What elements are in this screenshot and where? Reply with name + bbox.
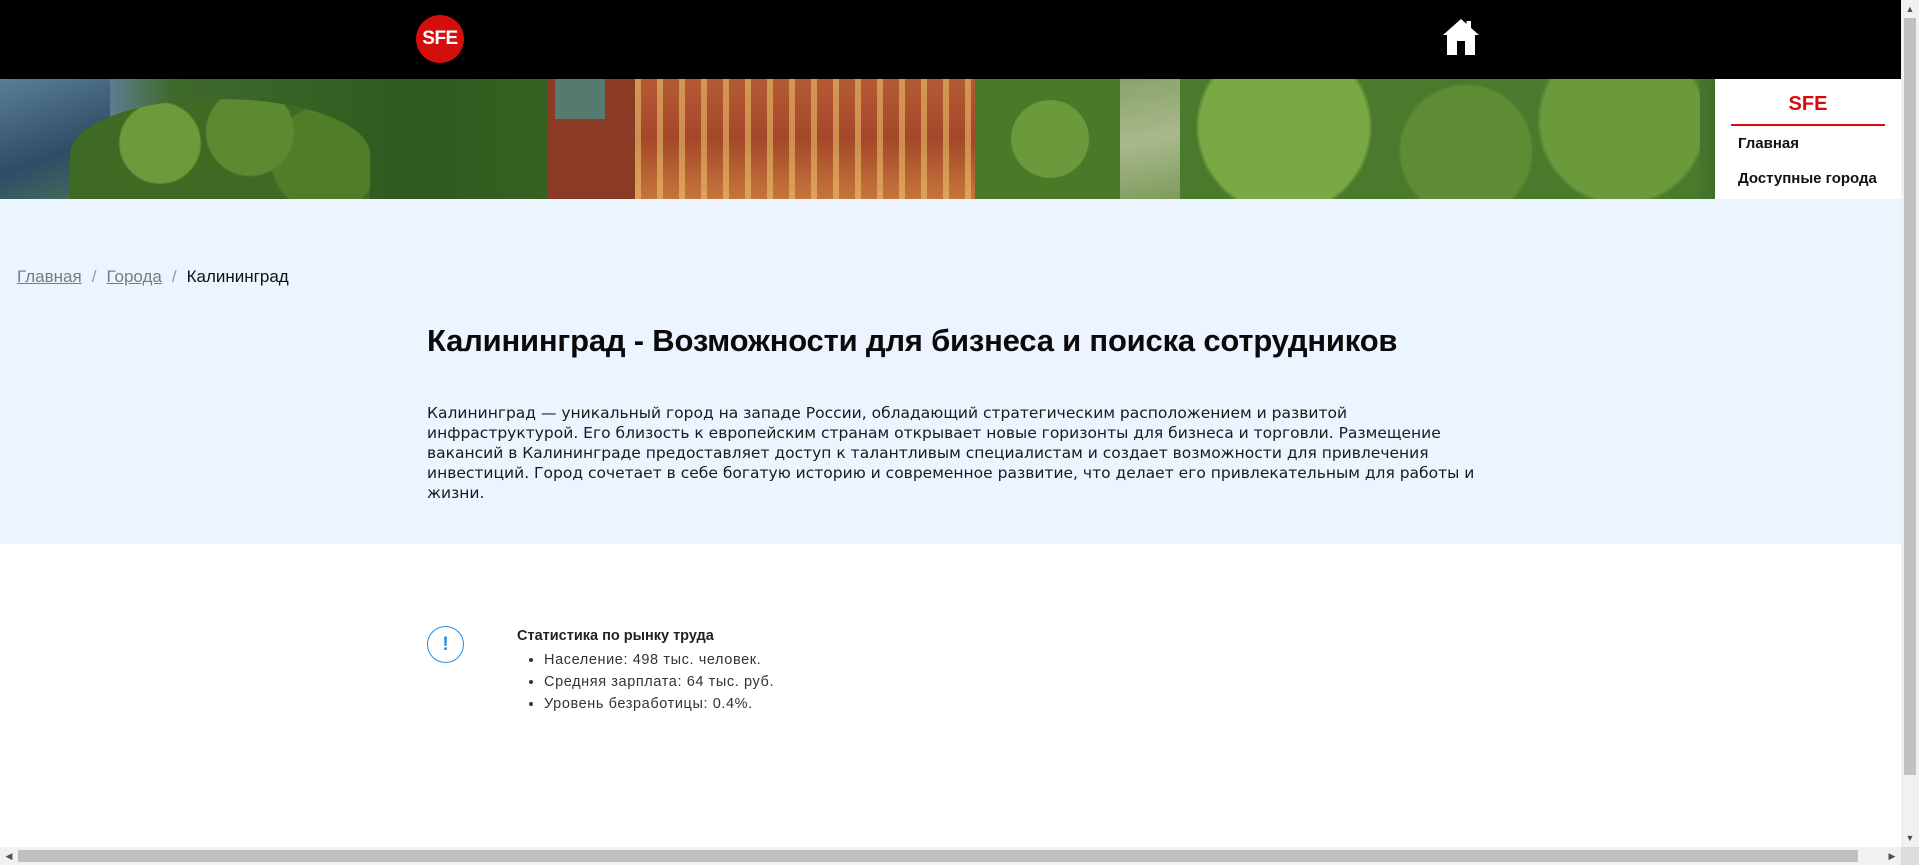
exclamation-icon: ! xyxy=(427,626,464,663)
stats-title: Статистика по рынку труда xyxy=(517,628,714,644)
breadcrumb-home-link[interactable]: Главная xyxy=(17,267,82,287)
top-bar: SFE xyxy=(0,0,1901,79)
vertical-scrollbar[interactable]: ▲ ▼ xyxy=(1901,0,1919,847)
scroll-down-arrow-icon[interactable]: ▼ xyxy=(1901,829,1919,847)
city-info-section: Главная / Города / Калининград Калинингр… xyxy=(0,199,1901,544)
horizontal-scrollbar[interactable]: ◀ ▶ xyxy=(0,847,1901,865)
hero-trees-right xyxy=(1180,79,1700,199)
viewport: SFE SFE Главная Доступные города Главная… xyxy=(0,0,1901,847)
breadcrumb-separator: / xyxy=(171,267,177,286)
home-icon[interactable] xyxy=(1438,14,1484,60)
hero-cathedral xyxy=(635,79,975,199)
page-title: Калининград - Возможности для бизнеса и … xyxy=(427,323,1398,358)
stats-item-unemployment: Уровень безработицы: 0.4%. xyxy=(544,693,774,715)
side-menu-item-home[interactable]: Главная xyxy=(1738,135,1799,152)
scrollbar-corner xyxy=(1901,847,1919,865)
hero-trees-left xyxy=(70,99,370,199)
side-menu-title: SFE xyxy=(1731,93,1885,126)
stats-item-salary: Средняя зарплата: 64 тыс. руб. xyxy=(544,671,774,693)
breadcrumb-separator: / xyxy=(91,267,97,286)
scroll-right-arrow-icon[interactable]: ▶ xyxy=(1883,847,1901,865)
horizontal-scroll-thumb[interactable] xyxy=(18,850,1858,862)
breadcrumb-current: Калининград xyxy=(186,267,289,286)
stats-item-population: Население: 498 тыс. человек. xyxy=(544,649,774,671)
breadcrumb: Главная / Города / Калининград xyxy=(17,267,289,287)
side-menu: SFE Главная Доступные города xyxy=(1715,79,1901,205)
breadcrumb-cities-link[interactable]: Города xyxy=(106,267,161,287)
sfe-logo[interactable]: SFE xyxy=(416,15,464,63)
scroll-up-arrow-icon[interactable]: ▲ xyxy=(1901,0,1919,18)
side-menu-item-cities[interactable]: Доступные города xyxy=(1738,170,1877,187)
city-description: Калининград — уникальный город на западе… xyxy=(427,404,1475,502)
hero-banner-image xyxy=(0,79,1901,199)
hero-trees-middle xyxy=(975,79,1125,199)
vertical-scroll-thumb[interactable] xyxy=(1904,18,1916,775)
scroll-left-arrow-icon[interactable]: ◀ xyxy=(0,847,18,865)
labor-stats-section: ! Статистика по рынку труда Население: 4… xyxy=(0,544,1901,847)
stats-list: Население: 498 тыс. человек. Средняя зар… xyxy=(544,649,774,715)
hero-roof-green xyxy=(555,79,605,119)
